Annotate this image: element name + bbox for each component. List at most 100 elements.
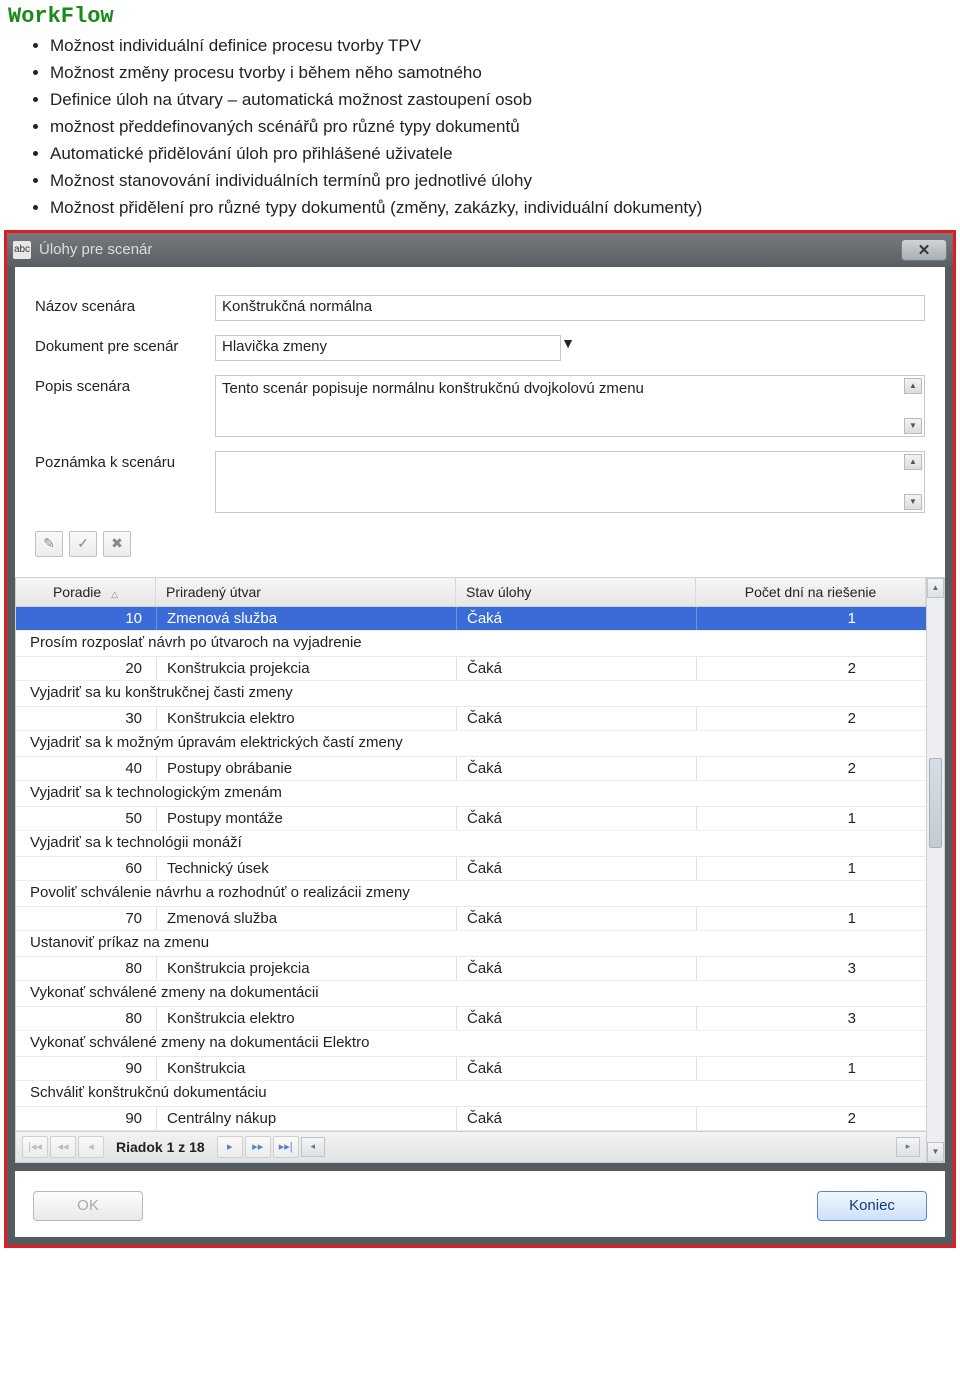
nav-position-label: Riadok 1 z 18 bbox=[106, 1139, 215, 1155]
cell-utvar: Konštrukcia projekcia bbox=[156, 657, 456, 680]
row-description: Vykonať schválené zmeny na dokumentácii bbox=[16, 980, 926, 1006]
app-window: abc Úlohy pre scenár ✕ Názov scenára Kon… bbox=[4, 230, 956, 1248]
nav-prevpage-button[interactable]: ◂◂ bbox=[50, 1136, 76, 1158]
nav-last-button[interactable]: ▸▸| bbox=[273, 1136, 299, 1158]
cell-utvar: Postupy obrábanie bbox=[156, 757, 456, 780]
table-row[interactable]: 80Konštrukcia elektroČaká3Vykonať schvál… bbox=[16, 1007, 926, 1057]
table-row[interactable]: 90KonštrukciaČaká1Schváliť konštrukčnú d… bbox=[16, 1057, 926, 1107]
spin-down-icon[interactable]: ▼ bbox=[904, 494, 922, 510]
cell-poradie: 30 bbox=[16, 707, 156, 730]
confirm-button[interactable]: ✓ bbox=[69, 531, 97, 557]
grid-toolbar: ✎ ✓ ✖ bbox=[35, 527, 925, 565]
cell-poradie: 70 bbox=[16, 907, 156, 930]
cell-stav: Čaká bbox=[456, 707, 696, 730]
hscroll-right-button[interactable]: ▸ bbox=[896, 1137, 920, 1157]
textarea-popis[interactable]: Tento scenár popisuje normálnu konštrukč… bbox=[215, 375, 925, 437]
close-button[interactable]: ✕ bbox=[901, 239, 947, 261]
row-description: Prosím rozposlať návrh po útvaroch na vy… bbox=[16, 630, 926, 656]
window-title: Úlohy pre scenár bbox=[39, 241, 901, 258]
cell-utvar: Zmenová služba bbox=[156, 607, 456, 630]
close-icon: ✕ bbox=[918, 241, 931, 259]
feature-bullet: Definice úloh na útvary – automatická mo… bbox=[50, 89, 960, 112]
table-row[interactable]: 10Zmenová službaČaká1Prosím rozposlať ná… bbox=[16, 607, 926, 657]
textarea-poznamka[interactable]: ▲ ▼ bbox=[215, 451, 925, 513]
table-row[interactable]: 90Centrálny nákupČaká2 bbox=[16, 1107, 926, 1131]
select-dokument[interactable]: Hlavička zmeny bbox=[215, 335, 561, 361]
table-row[interactable]: 20Konštrukcia projekciaČaká2Vyjadriť sa … bbox=[16, 657, 926, 707]
cell-dni: 1 bbox=[696, 857, 926, 880]
feature-bullet: Možnost individuální definice procesu tv… bbox=[50, 35, 960, 58]
label-popis: Popis scenára bbox=[35, 375, 215, 395]
cell-utvar: Postupy montáže bbox=[156, 807, 456, 830]
table-row[interactable]: 60Technický úsekČaká1Povoliť schválenie … bbox=[16, 857, 926, 907]
cell-stav: Čaká bbox=[456, 857, 696, 880]
spin-up-icon[interactable]: ▲ bbox=[904, 378, 922, 394]
spin-up-icon[interactable]: ▲ bbox=[904, 454, 922, 470]
cell-dni: 2 bbox=[696, 1107, 926, 1130]
row-description: Povoliť schválenie návrhu a rozhodnúť o … bbox=[16, 880, 926, 906]
spin-down-icon[interactable]: ▼ bbox=[904, 418, 922, 434]
table-row[interactable]: 30Konštrukcia elektroČaká2Vyjadriť sa k … bbox=[16, 707, 926, 757]
cell-poradie: 40 bbox=[16, 757, 156, 780]
feature-bullet: Automatické přidělování úloh pro přihláš… bbox=[50, 143, 960, 166]
cell-dni: 2 bbox=[696, 707, 926, 730]
titlebar: abc Úlohy pre scenár ✕ bbox=[7, 233, 953, 267]
col-header-stav[interactable]: Stav úlohy bbox=[456, 578, 696, 606]
cell-poradie: 10 bbox=[16, 607, 156, 630]
table-row[interactable]: 70Zmenová službaČaká1Ustanoviť príkaz na… bbox=[16, 907, 926, 957]
nav-first-button[interactable]: |◂◂ bbox=[22, 1136, 48, 1158]
col-header-poradie[interactable]: Poradie △ bbox=[16, 578, 156, 606]
cell-poradie: 60 bbox=[16, 857, 156, 880]
delete-button[interactable]: ✖ bbox=[103, 531, 131, 557]
input-nazov[interactable]: Konštrukčná normálna bbox=[215, 295, 925, 321]
col-header-dni[interactable]: Počet dní na riešenie bbox=[696, 578, 926, 606]
col-header-poradie-label: Poradie bbox=[53, 584, 101, 600]
cell-poradie: 80 bbox=[16, 957, 156, 980]
scroll-up-icon[interactable]: ▲ bbox=[927, 578, 944, 598]
scroll-down-icon[interactable]: ▼ bbox=[927, 1142, 944, 1162]
cell-poradie: 90 bbox=[16, 1057, 156, 1080]
cell-dni: 3 bbox=[696, 1007, 926, 1030]
nav-nextpage-button[interactable]: ▸▸ bbox=[245, 1136, 271, 1158]
col-header-utvar[interactable]: Priradený útvar bbox=[156, 578, 456, 606]
table-row[interactable]: 50Postupy montážeČaká1Vyjadriť sa k tech… bbox=[16, 807, 926, 857]
cell-stav: Čaká bbox=[456, 957, 696, 980]
hscroll-left-button[interactable]: ◂ bbox=[301, 1137, 325, 1157]
cell-dni: 2 bbox=[696, 657, 926, 680]
scroll-thumb[interactable] bbox=[929, 758, 942, 848]
form-area: Názov scenára Konštrukčná normálna Dokum… bbox=[15, 267, 945, 577]
cell-dni: 3 bbox=[696, 957, 926, 980]
cell-utvar: Konštrukcia bbox=[156, 1057, 456, 1080]
label-dokument: Dokument pre scenár bbox=[35, 335, 215, 355]
cell-stav: Čaká bbox=[456, 807, 696, 830]
row-description: Vykonať schválené zmeny na dokumentácii … bbox=[16, 1030, 926, 1056]
ok-button[interactable]: OK bbox=[33, 1191, 143, 1221]
cell-stav: Čaká bbox=[456, 907, 696, 930]
delete-icon: ✖ bbox=[111, 535, 123, 552]
app-icon: abc bbox=[13, 241, 31, 259]
select-dokument-value: Hlavička zmeny bbox=[222, 338, 554, 358]
edit-button[interactable]: ✎ bbox=[35, 531, 63, 557]
cell-poradie: 90 bbox=[16, 1107, 156, 1130]
cell-stav: Čaká bbox=[456, 757, 696, 780]
koniec-button[interactable]: Koniec bbox=[817, 1191, 927, 1221]
cell-poradie: 50 bbox=[16, 807, 156, 830]
cell-utvar: Centrálny nákup bbox=[156, 1107, 456, 1130]
cell-poradie: 20 bbox=[16, 657, 156, 680]
cell-poradie: 80 bbox=[16, 1007, 156, 1030]
vertical-scrollbar[interactable]: ▲ ▼ bbox=[926, 578, 944, 1162]
label-poznamka: Poznámka k scenáru bbox=[35, 451, 215, 471]
row-description: Vyjadriť sa k technologickým zmenám bbox=[16, 780, 926, 806]
feature-bullet: Možnost změny procesu tvorby i během něh… bbox=[50, 62, 960, 85]
sort-asc-icon: △ bbox=[111, 589, 118, 599]
label-nazov: Názov scenára bbox=[35, 295, 215, 315]
nav-next-button[interactable]: ▸ bbox=[217, 1136, 243, 1158]
feature-bullet: Možnost přidělení pro různé typy dokumen… bbox=[50, 197, 960, 220]
nav-prev-button[interactable]: ◂ bbox=[78, 1136, 104, 1158]
table-row[interactable]: 40Postupy obrábanieČaká2Vyjadriť sa k te… bbox=[16, 757, 926, 807]
grid-header: Poradie △ Priradený útvar Stav úlohy Poč… bbox=[16, 578, 926, 607]
table-row[interactable]: 80Konštrukcia projekciaČaká3Vykonať schv… bbox=[16, 957, 926, 1007]
dropdown-icon[interactable]: ▼ bbox=[561, 335, 575, 361]
dialog-footer: OK Koniec bbox=[15, 1171, 945, 1237]
cell-utvar: Konštrukcia projekcia bbox=[156, 957, 456, 980]
